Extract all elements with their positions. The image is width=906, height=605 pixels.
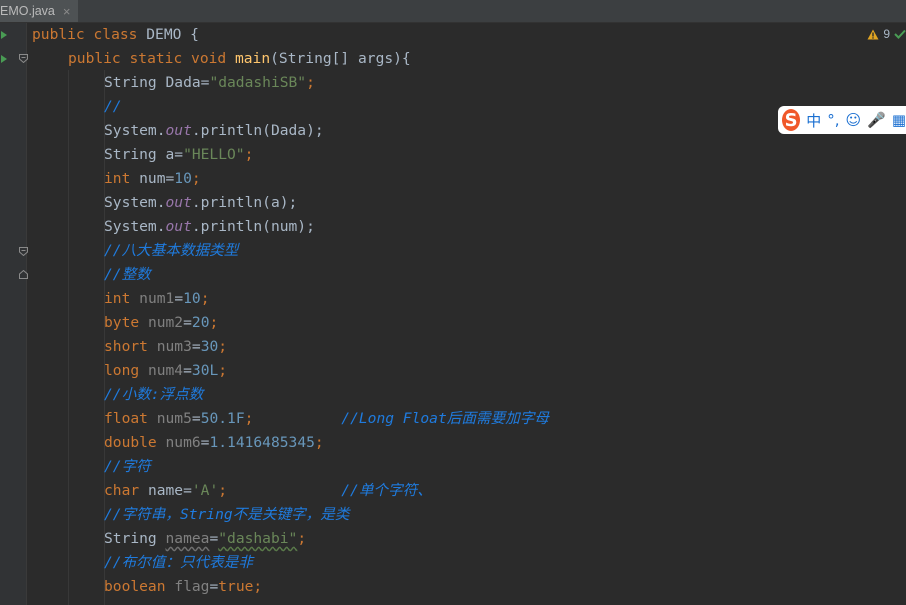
code-line-8: System.out.println(a);: [104, 194, 298, 211]
code-line-2: public static void main(String[] args){: [68, 50, 411, 67]
editor-gutter: [0, 23, 28, 605]
code-line-23: //布尔值：只代表是非: [104, 554, 253, 571]
close-icon[interactable]: ×: [63, 4, 71, 19]
ime-toolbar[interactable]: S 中 °, ☺ 🎤 ▦: [778, 106, 906, 134]
code-line-7: int num=10;: [104, 170, 201, 187]
code-line-9: System.out.println(num);: [104, 218, 315, 235]
code-line-6: String a="HELLO";: [104, 146, 254, 163]
check-icon: [894, 29, 906, 39]
code-line-12: int num1=10;: [104, 290, 210, 307]
emoji-icon[interactable]: ☺: [845, 111, 861, 129]
run-main-icon[interactable]: [1, 55, 7, 63]
ime-punctuation-toggle[interactable]: °,: [827, 111, 839, 129]
tab-demo-java[interactable]: EMO.java ×: [0, 0, 79, 22]
warning-count: 9: [883, 27, 890, 41]
code-line-15: long num4=30L;: [104, 362, 228, 379]
fold-icon[interactable]: [19, 247, 28, 256]
code-line-16: //小数:浮点数: [104, 386, 204, 403]
run-class-icon[interactable]: [1, 31, 7, 39]
code-line-3: String Dada="dadashiSB";: [104, 74, 315, 91]
warning-icon: [867, 29, 879, 39]
code-line-4: //: [104, 98, 122, 115]
code-line-21: //字符串，String不是关键字，是类: [104, 506, 350, 523]
microphone-icon[interactable]: 🎤: [867, 111, 886, 129]
code-line-22: String namea="dashabi";: [104, 530, 307, 547]
code-line-19: //字符: [104, 458, 151, 475]
sogou-logo-icon[interactable]: S: [782, 109, 801, 131]
code-line-14: short num3=30;: [104, 338, 228, 355]
code-line-24: boolean flag=true;: [104, 578, 263, 595]
code-line-11: //整数: [104, 266, 151, 283]
inspection-widget[interactable]: 9: [867, 27, 906, 41]
code-line-1: public class DEMO {: [32, 26, 199, 43]
code-line-20: char name='A'; //单个字符、: [104, 482, 432, 499]
editor-tab-bar: EMO.java ×: [0, 0, 906, 23]
tab-filename: EMO.java: [0, 4, 55, 18]
code-line-13: byte num2=20;: [104, 314, 219, 331]
code-line-10: //八大基本数据类型: [104, 242, 239, 259]
code-line-5: System.out.println(Dada);: [104, 122, 324, 139]
code-line-17: float num5=50.1F; //Long Float后面需要加字母: [104, 410, 549, 427]
unfold-end-icon[interactable]: [19, 270, 28, 279]
keyboard-icon[interactable]: ▦: [892, 111, 906, 129]
indent-guide: [68, 70, 69, 605]
fold-icon[interactable]: [19, 54, 28, 63]
code-line-18: double num6=1.1416485345;: [104, 434, 324, 451]
ime-language-toggle[interactable]: 中: [806, 110, 821, 131]
